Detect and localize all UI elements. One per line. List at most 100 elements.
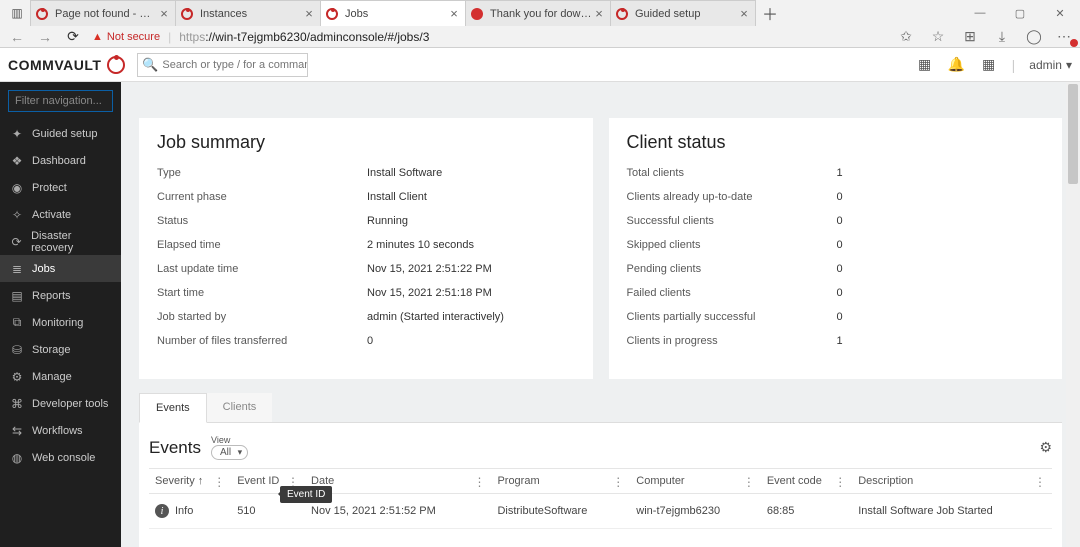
tab-title: Page not found - Commvault bbox=[55, 8, 157, 20]
browser-chrome: ▥ Page not found - Commvault×Instances×J… bbox=[0, 0, 1080, 48]
events-settings-button[interactable]: ⚙ bbox=[1039, 439, 1052, 456]
tab-clients[interactable]: Clients bbox=[207, 393, 273, 422]
column-header[interactable]: Event code⋮ bbox=[761, 469, 852, 494]
column-menu-button[interactable]: ⋮ bbox=[1034, 475, 1046, 489]
summary-row: Clients already up-to-date0 bbox=[627, 191, 1045, 203]
column-menu-button[interactable]: ⋮ bbox=[473, 475, 485, 489]
column-header[interactable]: Program⋮ bbox=[491, 469, 630, 494]
summary-value: 0 bbox=[837, 287, 857, 299]
column-menu-button[interactable]: ⋮ bbox=[743, 475, 755, 489]
sidebar-item-guided-setup[interactable]: ✦Guided setup bbox=[0, 120, 121, 147]
sidebar-item-icon: ⌘ bbox=[10, 397, 24, 411]
search-input[interactable] bbox=[162, 54, 307, 76]
sidebar-item-icon: ▤ bbox=[10, 289, 24, 303]
summary-key: Job started by bbox=[157, 311, 367, 323]
view-filter-dropdown[interactable]: All bbox=[211, 445, 248, 460]
summary-row: Clients partially successful0 bbox=[627, 311, 1045, 323]
summary-key: Number of files transferred bbox=[157, 335, 367, 347]
browser-tab[interactable]: Guided setup× bbox=[610, 0, 756, 26]
reload-button[interactable]: ⟳ bbox=[64, 28, 82, 46]
sidebar-item-reports[interactable]: ▤Reports bbox=[0, 282, 121, 309]
column-menu-button[interactable]: ⋮ bbox=[213, 475, 225, 489]
close-tab-button[interactable]: × bbox=[302, 6, 316, 21]
column-header[interactable]: Date⋮ bbox=[305, 469, 491, 494]
sidebar-item-disaster-recovery[interactable]: ⟳Disaster recovery bbox=[0, 228, 121, 255]
tab-title: Jobs bbox=[345, 8, 447, 20]
job-summary-heading: Job summary bbox=[157, 132, 575, 153]
column-menu-button[interactable]: ⋮ bbox=[612, 475, 624, 489]
apps-grid-icon[interactable]: ▦ bbox=[980, 56, 998, 74]
description-cell: Install Software Job Started bbox=[852, 494, 1052, 529]
scrollbar[interactable] bbox=[1066, 82, 1080, 547]
sidebar-item-storage[interactable]: ⛁Storage bbox=[0, 336, 121, 363]
more-menu-button[interactable]: ⋯ bbox=[1057, 28, 1072, 45]
column-menu-button[interactable]: ⋮ bbox=[834, 475, 846, 489]
browser-tab[interactable]: Thank you for downloading EDB× bbox=[465, 0, 611, 26]
tab-search-icon[interactable]: ▥ bbox=[4, 2, 30, 24]
info-icon: i bbox=[155, 504, 169, 518]
close-tab-button[interactable]: × bbox=[157, 6, 171, 21]
sidebar-item-label: Jobs bbox=[32, 263, 55, 275]
user-menu[interactable]: admin ▾ bbox=[1029, 58, 1072, 72]
commvault-favicon bbox=[326, 8, 338, 20]
tab-events[interactable]: Events bbox=[139, 393, 207, 423]
logo-text: COMMVAULT bbox=[8, 57, 101, 73]
bell-icon[interactable]: 🔔 bbox=[948, 56, 966, 74]
sidebar-filter[interactable]: Filter navigation... bbox=[8, 90, 113, 112]
column-header[interactable]: Computer⋮ bbox=[630, 469, 761, 494]
summary-key: Clients in progress bbox=[627, 335, 837, 347]
sidebar-item-label: Workflows bbox=[32, 425, 83, 437]
summary-row: Job started byadmin (Started interactive… bbox=[157, 311, 575, 323]
close-tab-button[interactable]: × bbox=[737, 6, 751, 21]
sidebar-item-jobs[interactable]: ≣Jobs bbox=[0, 255, 121, 282]
close-tab-button[interactable]: × bbox=[447, 6, 461, 21]
column-header[interactable]: Description⋮ bbox=[852, 469, 1052, 494]
browser-tab[interactable]: Jobs× bbox=[320, 0, 466, 26]
sidebar-item-label: Protect bbox=[32, 182, 67, 194]
summary-row: Clients in progress1 bbox=[627, 335, 1045, 347]
calendar-icon[interactable]: ▦ bbox=[916, 56, 934, 74]
minimize-button[interactable]: — bbox=[960, 0, 1000, 26]
sidebar-item-manage[interactable]: ⚙Manage bbox=[0, 363, 121, 390]
column-header[interactable]: Severity ↑ ⋮ bbox=[149, 469, 231, 494]
back-button[interactable]: ← bbox=[8, 28, 26, 46]
column-label: Severity ↑ bbox=[155, 475, 203, 487]
summary-key: Clients partially successful bbox=[627, 311, 837, 323]
profile-icon[interactable]: ◯ bbox=[1025, 28, 1043, 46]
summary-value: Running bbox=[367, 215, 408, 227]
security-indicator[interactable]: ▲ Not secure bbox=[92, 31, 160, 43]
bookmark-icon[interactable]: ☆ bbox=[929, 28, 947, 46]
sidebar-item-icon: ⧉ bbox=[10, 315, 24, 330]
browser-tab[interactable]: Page not found - Commvault× bbox=[30, 0, 176, 26]
sidebar-item-workflows[interactable]: ⇆ Workflows bbox=[0, 417, 121, 444]
program-cell: DistributeSoftware bbox=[491, 494, 630, 529]
sidebar-item-protect[interactable]: ◉Protect bbox=[0, 174, 121, 201]
close-tab-button[interactable]: × bbox=[592, 6, 606, 21]
summary-key: Total clients bbox=[627, 167, 837, 179]
sidebar-item-monitoring[interactable]: ⧉Monitoring bbox=[0, 309, 121, 336]
command-search[interactable]: 🔍 bbox=[137, 53, 308, 77]
favorite-icon[interactable]: ✩ bbox=[897, 28, 915, 46]
maximize-button[interactable]: ▢ bbox=[1000, 0, 1040, 26]
sidebar-item-web-console[interactable]: ◍Web console bbox=[0, 444, 121, 471]
sidebar-item-label: Dashboard bbox=[32, 155, 86, 167]
search-icon: 🔍 bbox=[138, 57, 162, 73]
commvault-logo[interactable]: COMMVAULT bbox=[8, 56, 125, 74]
address-bar[interactable]: ▲ Not secure | https://win-t7ejgmb6230/a… bbox=[92, 30, 887, 44]
url-text: https://win-t7ejgmb6230/adminconsole/#/j… bbox=[179, 30, 429, 44]
summary-row: Number of files transferred0 bbox=[157, 335, 575, 347]
browser-tab[interactable]: Instances× bbox=[175, 0, 321, 26]
summary-value: 1 bbox=[837, 167, 857, 179]
summary-row: Skipped clients0 bbox=[627, 239, 1045, 251]
extensions-icon[interactable]: ⊞ bbox=[961, 28, 979, 46]
sidebar-item-label: Storage bbox=[32, 344, 71, 356]
sidebar-item-activate[interactable]: ✧Activate bbox=[0, 201, 121, 228]
sidebar-item-developer-tools[interactable]: ⌘Developer tools bbox=[0, 390, 121, 417]
downloads-icon[interactable]: ⤓ bbox=[993, 28, 1011, 46]
new-tab-button[interactable]: ＋ bbox=[755, 1, 779, 25]
close-window-button[interactable]: ✕ bbox=[1040, 0, 1080, 26]
summary-value: 0 bbox=[837, 191, 857, 203]
logo-ring-icon bbox=[107, 56, 125, 74]
sidebar-item-icon: ⇆ bbox=[10, 424, 24, 438]
sidebar-item-dashboard[interactable]: ❖Dashboard bbox=[0, 147, 121, 174]
